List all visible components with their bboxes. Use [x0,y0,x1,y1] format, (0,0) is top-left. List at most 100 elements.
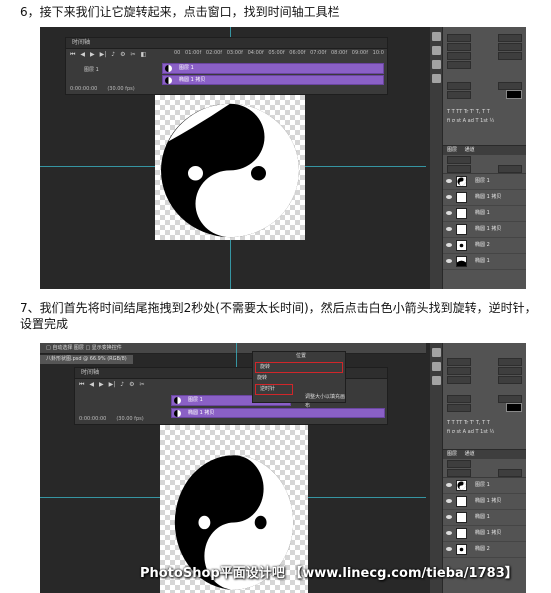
counterclockwise-select[interactable]: 逆时针 [255,384,293,395]
eye-icon[interactable] [446,195,452,199]
brush-icon[interactable] [431,362,441,371]
kind-filter[interactable] [447,155,471,164]
track-thumb [165,77,172,84]
brush-icon[interactable] [431,46,441,55]
kind-filter[interactable] [447,459,471,468]
blend-mode-select[interactable] [447,164,471,173]
eye-icon[interactable] [446,179,452,183]
history-icon[interactable] [431,32,441,41]
layer-row[interactable]: 图层 1 [443,478,526,494]
eye-icon[interactable] [446,515,452,519]
style-field[interactable] [498,33,522,42]
size-field[interactable] [447,366,471,375]
next-frame-icon[interactable]: ▶| [109,381,116,389]
style-field[interactable] [498,357,522,366]
layer-row[interactable]: 椭圆 1 拷贝 [443,526,526,542]
text-style-buttons[interactable]: T T TT Tr T' T, T T [447,420,490,426]
leading-field[interactable] [498,366,522,375]
tab-layers[interactable]: 图层 [447,451,457,457]
opacity-field[interactable] [498,164,522,173]
tracking-field[interactable] [498,51,522,60]
first-frame-icon[interactable]: ⏮ [79,381,84,389]
layer-row[interactable]: 椭圆 1 [443,206,526,222]
baseline-field[interactable] [447,90,471,99]
kerning-field[interactable] [447,375,471,384]
split-icon[interactable]: ✂ [140,381,145,389]
ruler-tick: 09:00f [351,50,368,56]
layer-row[interactable]: 椭圆 1 拷贝 [443,494,526,510]
document-tab[interactable]: 八卦形状图.psd @ 66.9% (RGB/8) [40,355,133,364]
layer-row[interactable]: 椭圆 1 拷贝 [443,222,526,238]
settings-icon[interactable]: ⚙ [120,51,125,59]
baseline-field[interactable] [447,403,471,412]
hscale-field[interactable] [498,394,522,403]
first-frame-icon[interactable]: ⏮ [70,51,75,59]
text-icon[interactable] [431,376,441,385]
layer2-track[interactable]: 椭圆 1 拷贝 [162,75,384,85]
paragraph-icon[interactable] [431,74,441,83]
layer-row[interactable]: 图层 1 [443,174,526,190]
play-icon[interactable]: ▶ [99,381,104,389]
settings-icon[interactable]: ⚙ [129,381,134,389]
eye-icon[interactable] [446,227,452,231]
tab-layers[interactable]: 图层 [447,147,457,153]
size-field[interactable] [447,42,471,51]
motion-option-rotate[interactable]: 旋转 [253,374,345,383]
layer2-track[interactable]: 椭圆 1 拷贝 [171,408,385,418]
next-frame-icon[interactable]: ▶| [100,51,107,59]
motion-popup[interactable]: 位置 旋转 旋转 逆时针 调整大小以填充画布 [252,351,346,409]
vscale-field[interactable] [447,394,471,403]
opentype-buttons[interactable]: fi σ st A ad T 1st ½ [447,118,494,124]
prev-frame-icon[interactable]: ◀ [89,381,94,389]
timeline-title: 时间轴 [66,38,387,49]
text-icon[interactable] [431,60,441,69]
history-icon[interactable] [431,348,441,357]
blend-mode-select[interactable] [447,468,471,477]
tab-channels[interactable]: 通道 [465,147,475,153]
layer-row[interactable]: 椭圆 2 [443,542,526,558]
eye-icon[interactable] [446,211,452,215]
motion-type-select[interactable]: 旋转 [255,362,343,373]
ruler-tick: 07:00f [310,50,327,56]
audio-icon[interactable]: ♪ [120,381,124,389]
timeline-panel[interactable]: 时间轴 ⏮ ◀ ▶ ▶| ♪ ⚙ ✂ ◧ 00 01:00f 02:00f 03… [65,37,388,95]
right-panels: T T TT Tr T' T, T T fi σ st A ad T 1st ½… [443,343,526,593]
eye-icon[interactable] [446,499,452,503]
canvas-area: □ 自动选择 图层 □ 显示变换控件 八卦形状图.psd @ 66.9% (RG… [40,343,426,593]
opacity-field[interactable] [498,468,522,477]
layers-tabs: 图层 通道 [443,146,526,155]
track-label: 图层 1 [179,65,194,71]
layers-tabs: 图层 通道 [443,450,526,459]
ruler-tick: 10:0 [372,50,384,56]
layer1-track[interactable]: 图层 1 [162,63,384,74]
vscale-field[interactable] [447,81,471,90]
layer-thumbnail [456,240,467,251]
color-swatch[interactable] [506,403,522,412]
transition-icon[interactable]: ◧ [141,51,147,59]
play-icon[interactable]: ▶ [90,51,95,59]
kerning-field[interactable] [447,51,471,60]
font-field[interactable] [447,33,471,42]
eye-icon[interactable] [446,259,452,263]
eye-icon[interactable] [446,483,452,487]
scale-field[interactable] [447,60,471,69]
layer-row[interactable]: 椭圆 1 拷贝 [443,190,526,206]
audio-icon[interactable]: ♪ [111,51,115,59]
tab-channels[interactable]: 通道 [465,451,475,457]
layer-row[interactable]: 椭圆 2 [443,238,526,254]
color-swatch[interactable] [506,90,522,99]
eye-icon[interactable] [446,547,452,551]
leading-field[interactable] [498,42,522,51]
split-icon[interactable]: ✂ [131,51,136,59]
tracking-field[interactable] [498,375,522,384]
text-style-buttons[interactable]: T T TT Tr T' T, T T [447,109,490,115]
eye-icon[interactable] [446,531,452,535]
layer-row[interactable]: 椭圆 1 [443,510,526,526]
layer-row[interactable]: 椭圆 1 [443,254,526,270]
resize-to-fill-checkbox[interactable]: 调整大小以填充画布 [301,393,345,409]
opentype-buttons[interactable]: fi σ st A ad T 1st ½ [447,429,494,435]
prev-frame-icon[interactable]: ◀ [80,51,85,59]
eye-icon[interactable] [446,243,452,247]
hscale-field[interactable] [498,81,522,90]
font-field[interactable] [447,357,471,366]
